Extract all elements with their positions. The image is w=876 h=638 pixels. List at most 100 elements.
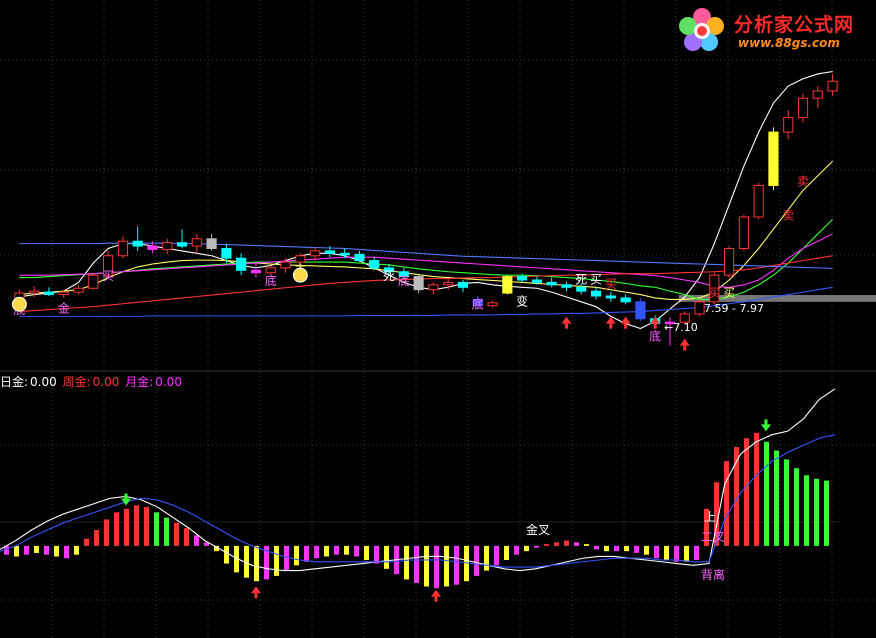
legend-month-label: 月金: (125, 375, 154, 389)
candle-body (295, 255, 306, 263)
histogram-bar (64, 545, 69, 559)
up-arrow-stem (624, 323, 628, 329)
histogram-bar (814, 478, 819, 546)
histogram-bar (34, 545, 39, 553)
legend-day-label: 日金: (0, 375, 29, 389)
candle-body (206, 238, 217, 249)
candle-body (147, 245, 158, 250)
histogram-bar (84, 538, 89, 546)
histogram-bar (744, 438, 749, 546)
candle-body (339, 252, 350, 256)
candle-body (88, 274, 99, 289)
up-arrow-stem (434, 596, 438, 602)
candle-body (620, 297, 631, 303)
logo-title: 分析家公式网 (734, 14, 855, 36)
candle-body (310, 250, 321, 257)
histogram-bar (224, 545, 229, 564)
candle-body (576, 286, 587, 292)
histogram-bar (54, 545, 59, 557)
legend-month-value: 0.00 (155, 375, 182, 389)
candle-body (694, 301, 705, 315)
signal-label: 变 (516, 294, 528, 309)
golden-cross-label: 金叉 (526, 522, 550, 537)
histogram-bar (324, 545, 329, 557)
histogram-bar (164, 517, 169, 546)
down-arrow-stem (764, 419, 768, 425)
histogram-bar (494, 545, 499, 566)
candle-body (221, 247, 232, 259)
histogram-bar (434, 545, 439, 589)
histogram-bar (634, 545, 639, 553)
histogram-bar (504, 545, 509, 560)
candle-body (176, 242, 188, 247)
histogram-bar (14, 545, 19, 557)
smiley-icon (292, 267, 308, 283)
signal-label: 买 (102, 269, 114, 283)
signal-label: 买 (723, 286, 735, 300)
candle-body (827, 80, 838, 92)
candle-body (117, 240, 128, 257)
candle-body (43, 291, 55, 296)
candle-body (236, 257, 247, 271)
histogram-bar (534, 545, 539, 548)
histogram-bar (764, 441, 769, 546)
histogram-bar (344, 545, 349, 555)
candle-body (324, 250, 335, 254)
histogram-bar (674, 545, 679, 562)
candle-body (561, 284, 572, 288)
histogram-bar (44, 545, 49, 555)
candle-body (724, 247, 735, 276)
histogram-bar (364, 545, 369, 560)
histogram-bar (594, 545, 599, 550)
flower-icon (679, 8, 724, 51)
histogram-bar (274, 545, 279, 576)
candle-body (191, 238, 202, 247)
histogram-bar (384, 545, 389, 569)
histogram-bar (94, 530, 99, 546)
histogram-bar (694, 545, 699, 560)
histogram-bar (544, 544, 549, 546)
histogram-bar (524, 545, 529, 552)
signal-label: 买 (605, 277, 617, 291)
signal-label: 买 (590, 272, 602, 286)
histogram-bar (424, 545, 429, 587)
histogram-bar (444, 545, 449, 587)
low-label: ←7.10 (664, 321, 698, 334)
histogram-bar (254, 545, 259, 582)
histogram-bar (314, 545, 319, 559)
histogram-bar (174, 522, 179, 546)
histogram-bar (194, 535, 199, 546)
candle-body (369, 260, 380, 269)
candle-body (502, 276, 513, 294)
candle-body (162, 242, 173, 250)
candle-body (783, 117, 794, 133)
up-arrow-stem (564, 323, 568, 329)
signal-label: 底 (265, 273, 277, 288)
histogram-bar (754, 432, 759, 546)
logo-url: www.88gs.com (738, 36, 840, 50)
candle-body (531, 279, 542, 283)
indicator-legend: 日金: 0.00 周金: 0.00 月金: 0.00 (0, 373, 184, 390)
histogram-bar (584, 544, 589, 546)
candle-body (487, 302, 498, 307)
signal-label: 买 (708, 286, 720, 300)
candle-body (812, 90, 823, 99)
signal-label: 卖 (797, 174, 809, 188)
histogram-bar (284, 545, 289, 571)
histogram-bar (784, 459, 789, 546)
candle-body (58, 291, 69, 296)
candle-body (354, 253, 365, 262)
histogram-bar (304, 545, 309, 562)
up-arrow-stem (254, 593, 258, 599)
histogram-bar (774, 450, 779, 546)
histogram-bar (74, 545, 79, 555)
candle-body (517, 276, 528, 281)
second-cross-label: 二叉 (701, 530, 725, 544)
candle-body (768, 131, 779, 186)
legend-week-value: 0.00 (92, 375, 120, 389)
signal-label: 底 (398, 273, 410, 288)
histogram-bar (474, 545, 479, 576)
signal-label: 卖 (782, 208, 794, 222)
signal-label: 死 (383, 269, 395, 283)
histogram-bar (644, 545, 649, 555)
